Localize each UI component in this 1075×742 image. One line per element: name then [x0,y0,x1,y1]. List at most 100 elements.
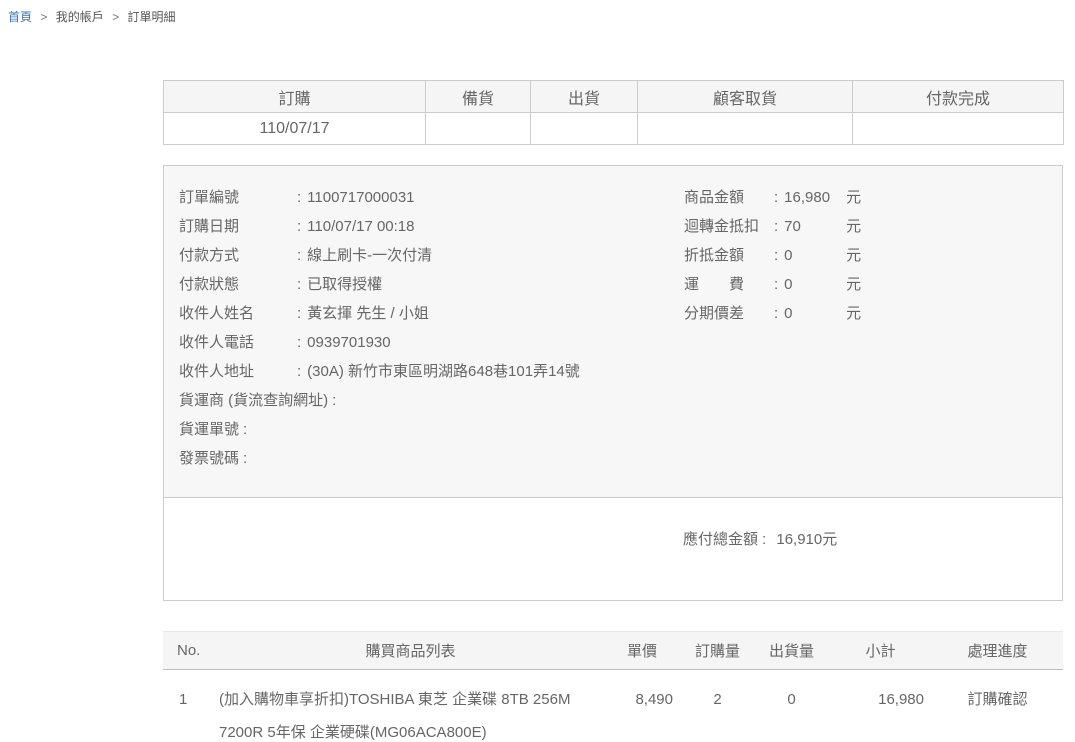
shipping-fee-label: 運 費 [684,270,774,299]
currency-unit: 元 [846,189,861,206]
order-number-value: 1100717000031 [307,189,414,206]
status-header-preparing: 備貨 [426,81,531,113]
currency-unit: 元 [846,247,861,264]
col-header-order-qty: 訂購量 [681,632,754,670]
colon: : [297,363,301,380]
product-order-qty: 2 [681,670,754,742]
order-date-row: 訂購日期:110/07/17 00:18 [179,212,684,241]
rebate-deduction-label: 迴轉金抵扣 [684,212,774,241]
order-date-value: 110/07/17 00:18 [307,218,414,235]
payment-method-value: 線上刷卡-一次付清 [307,247,432,264]
col-header-no: No. [163,632,218,670]
breadcrumb-separator: > [40,10,47,24]
recipient-name-row: 收件人姓名: 黃玄揮 先生 / 小姐 [179,299,684,328]
status-header-paid: 付款完成 [853,81,1064,113]
status-paid-date [853,113,1064,145]
order-info-details: 訂單編號:1100717000031 訂購日期:110/07/17 00:18 … [164,166,1062,497]
colon: : [297,305,301,322]
order-date-label: 訂購日期 [179,212,297,241]
payment-method-row: 付款方式: 線上刷卡-一次付清 [179,241,684,270]
product-name: (加入購物車享折扣)TOSHIBA 東芝 企業碟 8TB 256M 7200R … [218,670,603,742]
tracking-number-row: 貨運單號: [179,415,684,444]
currency-unit: 元 [846,218,861,235]
recipient-name-value: 黃玄揮 先生 / 小姐 [307,305,429,322]
recipient-address-value: (30A) 新竹市東區明湖路648巷101弄14號 [307,363,580,380]
status-pickup-date [638,113,853,145]
order-detail-page: 首頁 > 我的帳戶 > 訂單明細 訂購 備貨 出貨 顧客取貨 付款完成 110/… [0,0,1075,742]
shipping-fee-value: 0 [784,270,846,299]
breadcrumb-current: 訂單明細 [127,10,175,24]
status-header-pickup: 顧客取貨 [638,81,853,113]
currency-unit: 元 [846,276,861,293]
colon: : [774,189,778,206]
breadcrumb-separator: > [112,10,119,24]
breadcrumb-my-account: 我的帳戶 [56,10,104,24]
product-unit-price: 8,490 [603,670,681,742]
colon: : [762,531,766,548]
order-info-right-column: 商品金額:16,980元 迴轉金抵扣:70元 折抵金額:0元 運 費:0元 分期… [684,183,861,328]
carrier-label: 貨運商 (貨流查詢網址) [179,392,328,409]
colon: : [297,334,301,351]
col-header-shipped-qty: 出貨量 [754,632,829,670]
carrier-row: 貨運商 (貨流查詢網址): [179,386,684,415]
payment-status-value: 已取得授權 [307,276,382,293]
payment-status-label: 付款狀態 [179,270,297,299]
installment-diff-value: 0 [784,299,846,328]
currency-unit: 元 [846,305,861,322]
order-number-label: 訂單編號 [179,183,297,212]
colon: : [774,276,778,293]
order-info-box: 訂單編號:1100717000031 訂購日期:110/07/17 00:18 … [163,165,1063,601]
colon: : [243,450,247,467]
items-amount-value: 16,980 [784,183,846,212]
total-payable-value: 16,910元 [776,531,837,548]
col-header-subtotal: 小計 [829,632,932,670]
rebate-deduction-value: 70 [784,212,846,241]
status-preparing-date [426,113,531,145]
order-status-table: 訂購 備貨 出貨 顧客取貨 付款完成 110/07/17 [163,80,1064,145]
product-table-header-row: No. 購買商品列表 單價 訂購量 出貨量 小計 處理進度 [163,632,1063,670]
breadcrumb: 首頁 > 我的帳戶 > 訂單明細 [0,0,1075,25]
invoice-number-label: 發票號碼 [179,450,239,467]
product-row: 1 (加入購物車享折扣)TOSHIBA 東芝 企業碟 8TB 256M 7200… [163,670,1063,742]
total-payable-section: 應付總金額: 16,910元 [164,497,1062,600]
status-shipped-date [531,113,638,145]
installment-diff-label: 分期價差 [684,299,774,328]
tracking-number-label: 貨運單號 [179,421,239,438]
main-content: 訂購 備貨 出貨 顧客取貨 付款完成 110/07/17 訂單編號:110071… [163,80,1063,742]
product-row-number: 1 [163,670,218,742]
col-header-unit-price: 單價 [603,632,681,670]
colon: : [332,392,336,409]
order-number-row: 訂單編號:1100717000031 [179,183,684,212]
items-amount-label: 商品金額 [684,183,774,212]
status-header-ordered: 訂購 [164,81,426,113]
shipping-fee-row: 運 費:0元 [684,270,861,299]
order-info-left-column: 訂單編號:1100717000031 訂購日期:110/07/17 00:18 … [179,183,684,473]
status-ordered-date: 110/07/17 [164,113,426,145]
recipient-address-row: 收件人地址: (30A) 新竹市東區明湖路648巷101弄14號 [179,357,684,386]
payment-method-label: 付款方式 [179,241,297,270]
discount-amount-value: 0 [784,241,846,270]
product-table: No. 購買商品列表 單價 訂購量 出貨量 小計 處理進度 1 (加入購物車享折… [163,631,1063,742]
product-subtotal: 16,980 [829,670,932,742]
col-header-product-list: 購買商品列表 [218,632,603,670]
colon: : [774,218,778,235]
status-header-shipped: 出貨 [531,81,638,113]
recipient-name-label: 收件人姓名 [179,299,297,328]
discount-amount-label: 折抵金額 [684,241,774,270]
recipient-address-label: 收件人地址 [179,357,297,386]
colon: : [297,247,301,264]
colon: : [297,189,301,206]
discount-amount-row: 折抵金額:0元 [684,241,861,270]
invoice-number-row: 發票號碼: [179,444,684,473]
recipient-phone-label: 收件人電話 [179,328,297,357]
product-shipped-qty: 0 [754,670,829,742]
installment-diff-row: 分期價差:0元 [684,299,861,328]
colon: : [774,247,778,264]
product-progress-status: 訂購確認 [932,670,1063,742]
colon: : [243,421,247,438]
colon: : [297,218,301,235]
breadcrumb-home-link[interactable]: 首頁 [8,10,32,24]
items-amount-row: 商品金額:16,980元 [684,183,861,212]
colon: : [297,276,301,293]
col-header-progress: 處理進度 [932,632,1063,670]
